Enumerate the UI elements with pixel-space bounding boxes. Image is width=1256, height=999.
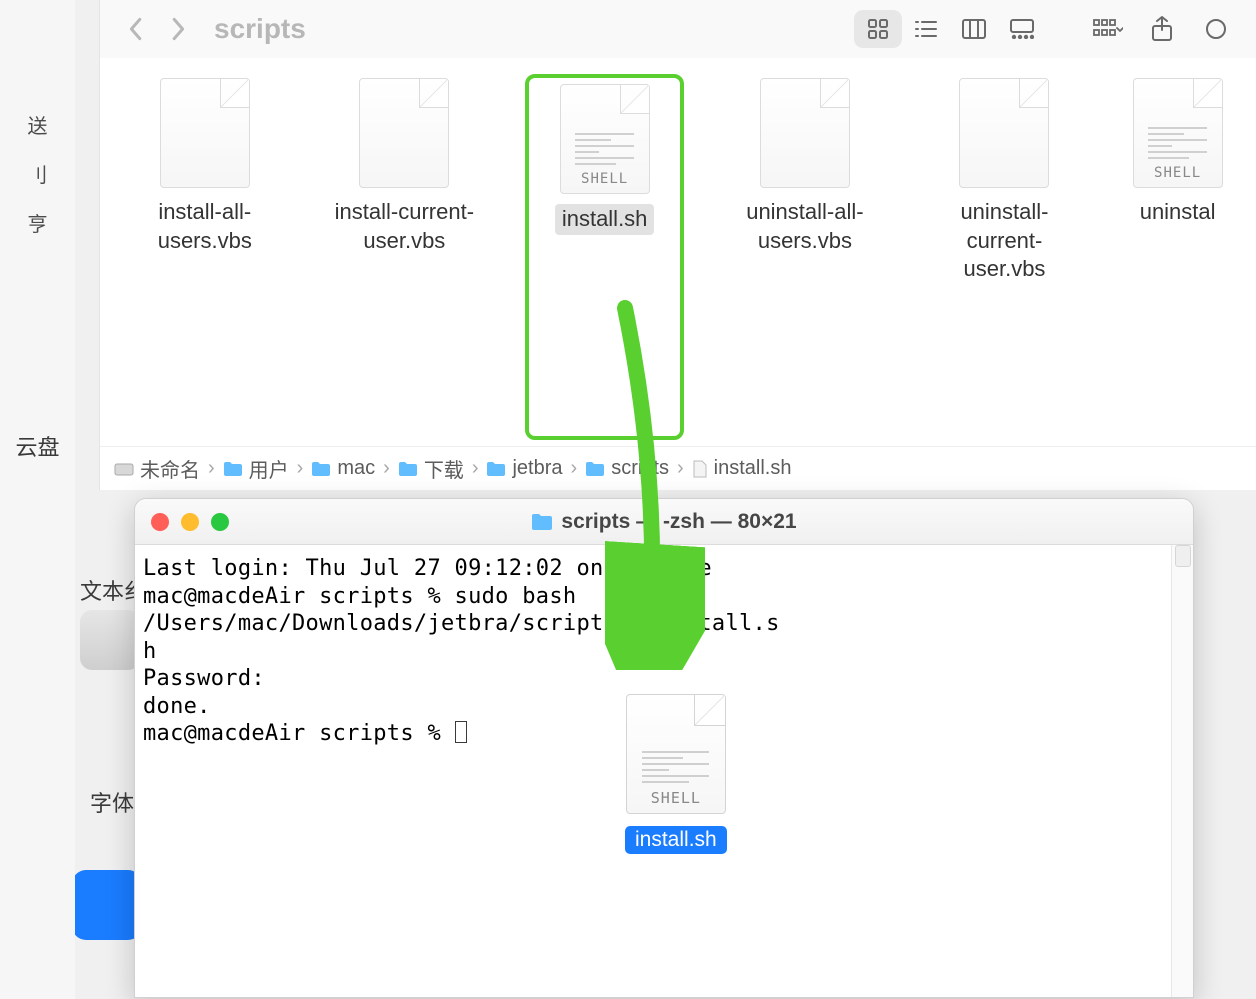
folder-icon — [311, 461, 331, 477]
minimize-button[interactable] — [181, 513, 199, 531]
finder-window[interactable]: scripts install-all-users.vbs install-cur… — [100, 0, 1256, 490]
file-name: install-all-users.vbs — [130, 198, 280, 255]
path-segment[interactable]: scripts — [585, 457, 669, 480]
file-name: uninstal — [1140, 198, 1216, 227]
finder-title: scripts — [206, 13, 314, 45]
path-label: 未命名 — [140, 454, 200, 483]
scrollbar-thumb[interactable] — [1175, 545, 1191, 567]
file-item[interactable]: SHELL install.sh — [529, 78, 680, 436]
sidebar-char: 送 — [28, 110, 48, 139]
desktop-app-icon — [72, 870, 142, 940]
sidebar-char: 亨 — [28, 208, 48, 237]
vbs-file-icon — [160, 78, 250, 188]
path-label: jetbra — [512, 457, 562, 480]
forward-button[interactable] — [162, 12, 196, 46]
file-item[interactable]: install-current-user.vbs — [330, 78, 480, 436]
folder-icon — [223, 461, 243, 477]
path-segment[interactable]: jetbra — [486, 457, 562, 480]
finder-path-bar[interactable]: 未命名 › 用户 › mac › 下载 › jetbra › scripts › install.sh — [100, 446, 1256, 490]
terminal-title: scripts — -zsh — 80×21 — [531, 510, 796, 534]
sidebar-label-cloud: 云盘 — [15, 430, 59, 462]
shell-badge: SHELL — [1154, 165, 1201, 181]
path-label: install.sh — [714, 457, 792, 480]
desktop-app-icon — [80, 610, 140, 670]
shell-badge: SHELL — [581, 171, 628, 187]
icon-view-button[interactable] — [854, 10, 902, 48]
folder-icon — [398, 461, 418, 477]
zoom-button[interactable] — [211, 513, 229, 531]
path-segment[interactable]: 未命名 — [114, 454, 200, 483]
file-name: install-current-user.vbs — [330, 198, 480, 255]
path-label: 用户 — [249, 454, 289, 483]
terminal-titlebar[interactable]: scripts — -zsh — 80×21 — [135, 499, 1193, 545]
sidebar-char: 刂 — [28, 159, 48, 188]
chevron-right-icon: › — [470, 457, 481, 480]
finder-toolbar: scripts — [100, 0, 1256, 58]
terminal-scrollbar[interactable] — [1171, 545, 1193, 997]
file-item[interactable]: uninstall-current-user.vbs — [930, 78, 1080, 436]
path-label: mac — [337, 457, 375, 480]
file-item[interactable]: SHELL uninstal — [1129, 78, 1226, 436]
chevron-right-icon: › — [569, 457, 580, 480]
file-name: uninstall-current-user.vbs — [930, 198, 1080, 284]
chevron-right-icon: › — [206, 457, 217, 480]
vbs-file-icon — [760, 78, 850, 188]
disk-icon — [114, 461, 134, 477]
window-controls — [151, 513, 229, 531]
file-item[interactable]: uninstall-all-users.vbs — [730, 78, 880, 436]
vbs-file-icon — [359, 78, 449, 188]
list-view-button[interactable] — [902, 10, 950, 48]
path-segment[interactable]: 下载 — [398, 454, 464, 483]
tags-button[interactable] — [1194, 10, 1238, 48]
folder-icon — [486, 461, 506, 477]
gallery-view-button[interactable] — [998, 10, 1046, 48]
path-label: scripts — [611, 457, 669, 480]
chevron-right-icon: › — [295, 457, 306, 480]
close-button[interactable] — [151, 513, 169, 531]
background-sidebar: 送 刂 亨 云盘 文本纟 字体 — [0, 0, 75, 999]
shell-badge: SHELL — [651, 789, 701, 807]
share-button[interactable] — [1140, 10, 1184, 48]
file-name: uninstall-all-users.vbs — [730, 198, 880, 255]
path-segment[interactable]: mac — [311, 457, 375, 480]
dragged-file-name: install.sh — [625, 826, 727, 854]
terminal-title-text: scripts — -zsh — 80×21 — [561, 510, 796, 534]
back-button[interactable] — [118, 12, 152, 46]
chevron-right-icon: › — [675, 457, 686, 480]
dragged-file[interactable]: SHELL install.sh — [625, 694, 727, 854]
shell-file-icon: SHELL — [560, 84, 650, 194]
doc-icon — [692, 460, 708, 478]
terminal-cursor — [455, 721, 467, 743]
group-by-button[interactable] — [1086, 10, 1130, 48]
path-label: 下载 — [424, 454, 464, 483]
vbs-file-icon — [959, 78, 1049, 188]
shell-file-icon: SHELL — [1133, 78, 1223, 188]
sidebar-label-font: 字体 — [90, 786, 134, 818]
view-switcher — [854, 10, 1046, 48]
column-view-button[interactable] — [950, 10, 998, 48]
finder-files-area[interactable]: install-all-users.vbs install-current-use… — [100, 58, 1256, 446]
file-name: install.sh — [555, 204, 655, 235]
chevron-right-icon: › — [381, 457, 392, 480]
path-segment[interactable]: install.sh — [692, 457, 792, 480]
folder-icon — [531, 513, 553, 531]
folder-icon — [585, 461, 605, 477]
path-segment[interactable]: 用户 — [223, 454, 289, 483]
file-item[interactable]: install-all-users.vbs — [130, 78, 280, 436]
file-icon: SHELL — [626, 694, 726, 814]
